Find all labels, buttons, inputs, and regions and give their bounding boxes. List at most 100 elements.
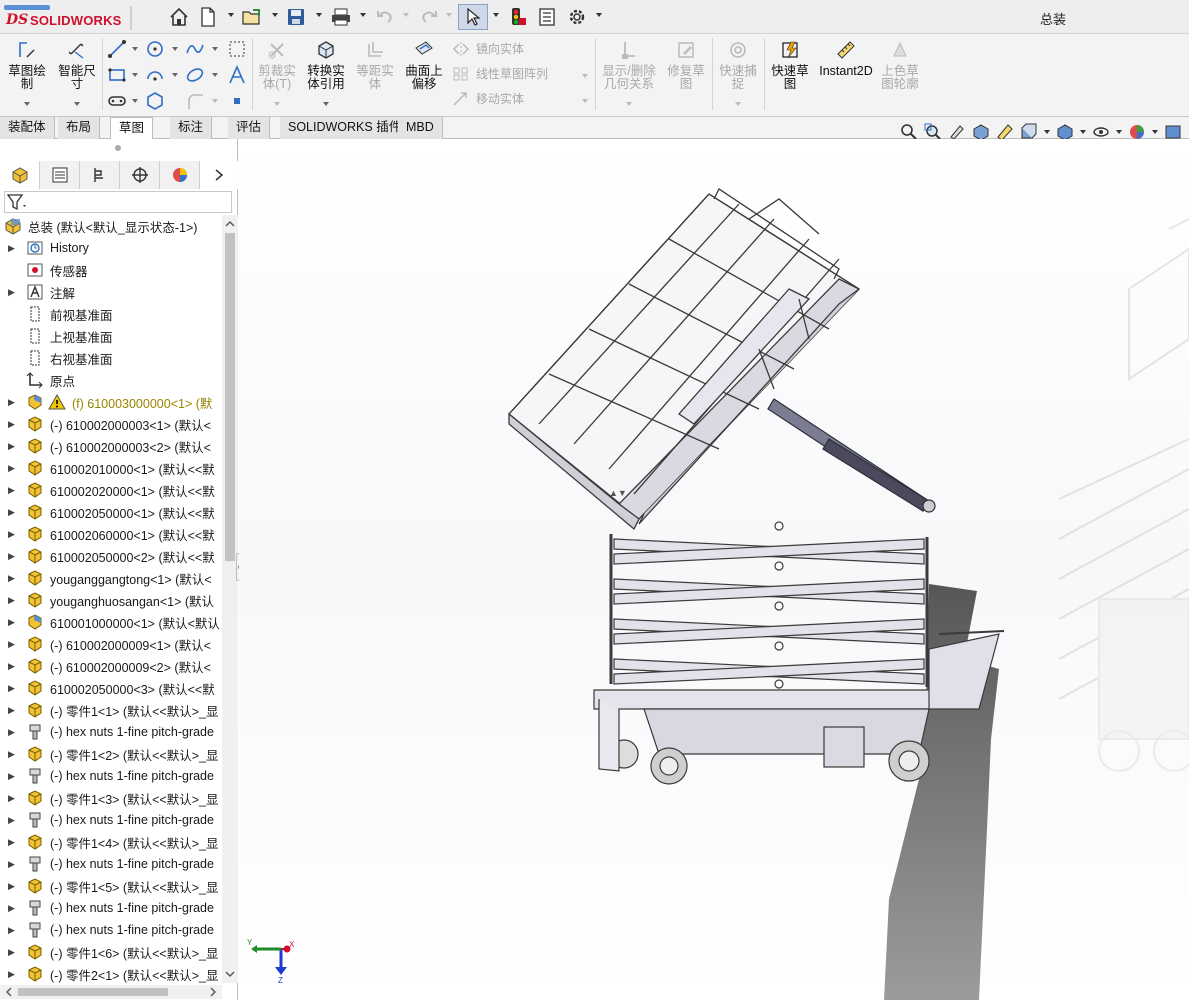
construction-geometry-icon[interactable] xyxy=(226,38,248,60)
expand-chevron-icon[interactable]: ▶ xyxy=(8,243,18,254)
tree-root[interactable]: 总装 (默认<默认_显示状态-1>) xyxy=(0,215,222,237)
expand-chevron-icon[interactable]: ▶ xyxy=(8,617,18,628)
open-icon[interactable] xyxy=(240,6,264,28)
feature-manager-tab[interactable] xyxy=(0,161,40,189)
expand-chevron-icon[interactable]: ▶ xyxy=(8,419,18,430)
line-dropdown-icon[interactable] xyxy=(132,47,138,51)
print-dropdown-icon[interactable] xyxy=(360,13,366,17)
ellipse-dropdown-icon[interactable] xyxy=(212,73,218,77)
home-icon[interactable] xyxy=(168,6,190,28)
expand-chevron-icon[interactable]: ▶ xyxy=(8,903,18,914)
linear-pattern-button[interactable]: 线性草图阵列 xyxy=(452,65,548,82)
tab-evaluate[interactable]: 评估 xyxy=(228,117,271,139)
view-orientation-dropdown-icon[interactable] xyxy=(1044,130,1050,134)
expand-chevron-icon[interactable]: ▶ xyxy=(8,705,18,716)
display-manager-tab[interactable] xyxy=(160,161,200,189)
tree-item[interactable]: ▶ (-) 零件1<5> (默认<<默认>_显 xyxy=(0,875,222,897)
tree-item[interactable]: ▶ (-) hex nuts 1-fine pitch-grade xyxy=(0,919,222,941)
smart-dimension-dropdown-icon[interactable] xyxy=(74,102,80,106)
quick-snaps-button[interactable]: 快速捕 捉 xyxy=(716,40,760,91)
expand-chevron-icon[interactable]: ▶ xyxy=(8,683,18,694)
polygon-icon[interactable] xyxy=(144,90,166,112)
tree-item[interactable]: ▶ (-) 零件1<3> (默认<<默认>_显 xyxy=(0,787,222,809)
tree-item[interactable]: 传感器 xyxy=(0,259,222,281)
repair-sketch-button[interactable]: 修复草 图 xyxy=(664,40,708,91)
scroll-up-icon[interactable] xyxy=(222,217,238,231)
tree-item[interactable]: ▶ (-) 610002000003<2> (默认< xyxy=(0,435,222,457)
file-properties-icon[interactable] xyxy=(536,6,558,28)
new-document-icon[interactable] xyxy=(198,6,218,28)
spline-icon[interactable] xyxy=(184,38,206,60)
new-dropdown-icon[interactable] xyxy=(228,13,234,17)
expand-chevron-icon[interactable]: ▶ xyxy=(8,947,18,958)
save-icon[interactable] xyxy=(284,6,308,28)
rectangle-dropdown-icon[interactable] xyxy=(132,73,138,77)
redo-dropdown-icon[interactable] xyxy=(446,13,452,17)
expand-chevron-icon[interactable]: ▶ xyxy=(8,551,18,562)
scroll-down-icon[interactable] xyxy=(222,967,238,981)
shaded-sketch-contours-button[interactable]: 上色草 图轮廓 xyxy=(878,40,922,91)
tree-item[interactable]: 右视基准面 xyxy=(0,347,222,369)
smart-dimension-button[interactable]: 智能尺 寸 xyxy=(54,40,100,91)
more-tabs-chevron-icon[interactable] xyxy=(200,161,238,189)
tree-item[interactable]: ▶ 610002050000<2> (默认<<默 xyxy=(0,545,222,567)
expand-chevron-icon[interactable]: ▶ xyxy=(8,529,18,540)
tree-item[interactable]: ▶ youganggangtong<1> (默认< xyxy=(0,567,222,589)
tree-item[interactable]: ▶ (-) 零件1<1> (默认<<默认>_显 xyxy=(0,699,222,721)
scissor-lift-model[interactable]: ▲▼ Y X Z xyxy=(239,139,1189,1000)
quick-snaps-dropdown-icon[interactable] xyxy=(735,102,741,106)
tree-item[interactable]: ▶ (-) hex nuts 1-fine pitch-grade xyxy=(0,721,222,743)
display-style-dropdown-icon[interactable] xyxy=(1080,130,1086,134)
tree-item[interactable]: 前视基准面 xyxy=(0,303,222,325)
options-dropdown-icon[interactable] xyxy=(596,13,602,17)
rapid-sketch-button[interactable]: 快速草 图 xyxy=(768,40,812,91)
expand-chevron-icon[interactable]: ▶ xyxy=(8,595,18,606)
instant2d-button[interactable]: Instant2D xyxy=(818,40,874,78)
expand-chevron-icon[interactable]: ▶ xyxy=(8,815,18,826)
text-icon[interactable] xyxy=(226,64,248,86)
configuration-manager-tab[interactable] xyxy=(80,161,120,189)
trim-entities-button[interactable]: 剪裁实 体(T) xyxy=(256,40,298,91)
scroll-right-icon[interactable] xyxy=(206,985,220,999)
sketch-button[interactable]: 草图绘 制 xyxy=(6,40,48,91)
arc-dropdown-icon[interactable] xyxy=(172,73,178,77)
expand-chevron-icon[interactable]: ▶ xyxy=(8,771,18,782)
expand-chevron-icon[interactable]: ▶ xyxy=(8,859,18,870)
tab-assembly[interactable]: 装配体 xyxy=(0,117,55,139)
tree-item[interactable]: ▶ (-) 零件1<2> (默认<<默认>_显 xyxy=(0,743,222,765)
expand-chevron-icon[interactable]: ▶ xyxy=(8,485,18,496)
scroll-left-icon[interactable] xyxy=(2,985,16,999)
expand-chevron-icon[interactable]: ▶ xyxy=(8,793,18,804)
fillet-icon[interactable] xyxy=(184,90,206,112)
expand-chevron-icon[interactable]: ▶ xyxy=(8,441,18,452)
expand-chevron-icon[interactable]: ▶ xyxy=(8,573,18,584)
relations-dropdown-icon[interactable] xyxy=(626,102,632,106)
tree-item[interactable]: ▶ (-) hex nuts 1-fine pitch-grade xyxy=(0,853,222,875)
panel-grip[interactable] xyxy=(115,145,121,151)
expand-chevron-icon[interactable]: ▶ xyxy=(8,397,18,408)
expand-chevron-icon[interactable]: ▶ xyxy=(8,749,18,760)
tree-horizontal-scrollbar[interactable] xyxy=(0,985,222,999)
slot-icon[interactable] xyxy=(106,90,128,112)
tab-markup[interactable]: 标注 xyxy=(170,117,213,139)
tab-sketch[interactable]: 草图 xyxy=(110,117,154,139)
tree-item[interactable]: ▶ (-) 零件1<6> (默认<<默认>_显 xyxy=(0,941,222,963)
tree-item[interactable]: ▶ (-) hex nuts 1-fine pitch-grade xyxy=(0,765,222,787)
line-icon[interactable] xyxy=(106,38,128,60)
vertical-scroll-thumb[interactable] xyxy=(225,233,235,561)
expand-chevron-icon[interactable]: ▶ xyxy=(8,507,18,518)
save-dropdown-icon[interactable] xyxy=(316,13,322,17)
tree-vertical-scrollbar[interactable] xyxy=(222,215,238,983)
appearance-dropdown-icon[interactable] xyxy=(1152,130,1158,134)
rectangle-icon[interactable] xyxy=(106,64,128,86)
open-dropdown-icon[interactable] xyxy=(272,13,278,17)
horizontal-scroll-thumb[interactable] xyxy=(18,988,168,996)
tree-item[interactable]: ▶ (-) 零件2<1> (默认<<默认>_显 xyxy=(0,963,222,983)
expand-chevron-icon[interactable]: ▶ xyxy=(8,661,18,672)
tree-item[interactable]: ▶ 610002060000<1> (默认<<默 xyxy=(0,523,222,545)
convert-entities-button[interactable]: 转换实 体引用 xyxy=(303,40,349,91)
tree-item[interactable]: ▶ (-) 零件1<4> (默认<<默认>_显 xyxy=(0,831,222,853)
expand-chevron-icon[interactable]: ▶ xyxy=(8,837,18,848)
circle-icon[interactable] xyxy=(144,38,166,60)
expand-chevron-icon[interactable]: ▶ xyxy=(8,925,18,936)
